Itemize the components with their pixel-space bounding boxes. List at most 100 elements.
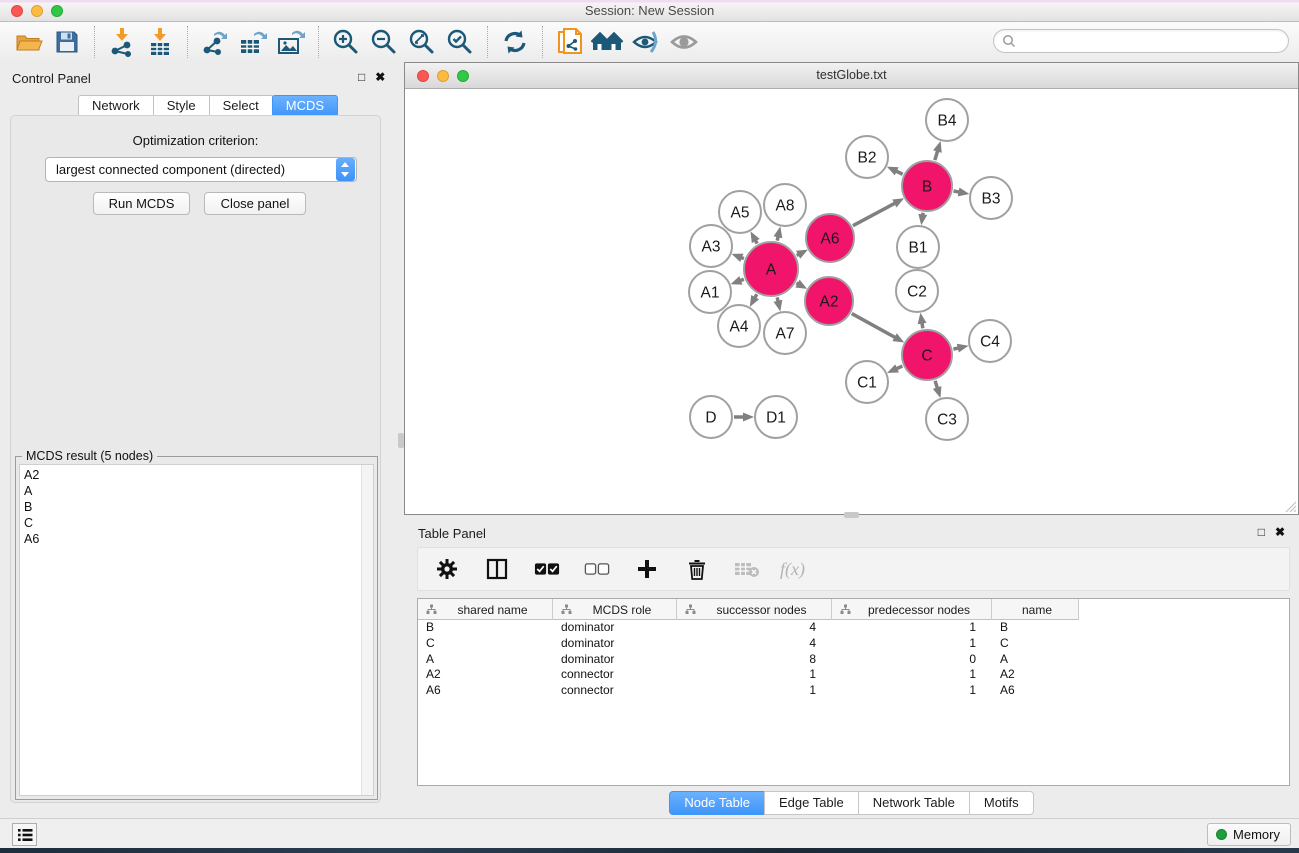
column-header-name[interactable]: name	[992, 599, 1079, 620]
delete-column-button[interactable]	[684, 556, 710, 582]
cell-predecessor_nodes[interactable]: 1	[832, 620, 992, 636]
cell-successor_nodes[interactable]: 8	[677, 652, 832, 668]
graph-edge-A2-C[interactable]	[852, 314, 904, 343]
cell-predecessor_nodes[interactable]: 1	[832, 667, 992, 683]
memory-button[interactable]: Memory	[1207, 823, 1291, 846]
function-builder-button[interactable]: f(x)	[780, 559, 805, 580]
mcds-result-item[interactable]: B	[24, 499, 373, 515]
vertical-splitter-handle[interactable]	[398, 433, 404, 448]
graph-edge-C-C1[interactable]	[887, 364, 902, 373]
cell-successor_nodes[interactable]: 1	[677, 667, 832, 683]
cell-mcds_role[interactable]: connector	[553, 683, 677, 699]
close-panel-icon[interactable]: ✖	[375, 71, 385, 83]
graph-node-C4[interactable]: C4	[969, 320, 1011, 362]
column-header-successor-nodes[interactable]: successor nodes	[677, 599, 832, 620]
float-panel-icon[interactable]: □	[1258, 526, 1265, 538]
tab-style[interactable]: Style	[153, 95, 210, 117]
column-header-mcds-role[interactable]: MCDS role	[553, 599, 677, 620]
graph-edge-A-A4[interactable]	[750, 294, 759, 307]
graph-node-C2[interactable]: C2	[896, 270, 938, 312]
graph-edge-C-C2[interactable]	[918, 313, 927, 329]
search-input[interactable]	[1016, 32, 1288, 50]
cell-shared_name[interactable]: A	[418, 652, 553, 668]
graph-node-A8[interactable]: A8	[764, 184, 806, 226]
graph-node-C3[interactable]: C3	[926, 398, 968, 440]
graph-node-A2[interactable]: A2	[805, 277, 853, 325]
graph-node-B[interactable]: B	[902, 161, 952, 211]
tab-network[interactable]: Network	[78, 95, 154, 117]
cell-successor_nodes[interactable]: 1	[677, 683, 832, 699]
cell-successor_nodes[interactable]: 4	[677, 620, 832, 636]
graph-node-B2[interactable]: B2	[846, 136, 888, 178]
network-window-titlebar[interactable]: testGlobe.txt	[405, 63, 1298, 89]
cell-shared_name[interactable]: A6	[418, 683, 553, 699]
table-row[interactable]: A2connector11A2	[418, 667, 1289, 683]
mcds-result-item[interactable]: A6	[24, 531, 373, 547]
graph-node-B4[interactable]: B4	[926, 99, 968, 141]
cell-name[interactable]: A2	[992, 667, 1079, 683]
graph-node-D[interactable]: D	[690, 396, 732, 438]
graph-edge-C-C3[interactable]	[933, 381, 942, 398]
cell-mcds_role[interactable]: dominator	[553, 620, 677, 636]
home-network-button[interactable]	[589, 25, 627, 59]
cell-successor_nodes[interactable]: 4	[677, 636, 832, 652]
graph-node-A[interactable]: A	[744, 242, 798, 296]
run-mcds-button[interactable]: Run MCDS	[93, 192, 190, 215]
show-column-button[interactable]	[484, 556, 510, 582]
tab-select[interactable]: Select	[209, 95, 273, 117]
float-panel-icon[interactable]: □	[358, 71, 365, 83]
unselect-all-columns-button[interactable]	[584, 556, 610, 582]
graph-edge-A-A5[interactable]	[751, 231, 760, 243]
graph-edge-A-A7[interactable]	[774, 297, 783, 311]
zoom-fit-button[interactable]	[403, 25, 441, 59]
cell-predecessor_nodes[interactable]: 1	[832, 636, 992, 652]
graph-node-C1[interactable]: C1	[846, 361, 888, 403]
graph-node-B3[interactable]: B3	[970, 177, 1012, 219]
tab-network-table[interactable]: Network Table	[858, 791, 970, 815]
zoom-out-button[interactable]	[365, 25, 403, 59]
delete-table-button[interactable]	[734, 556, 760, 582]
graph-node-A3[interactable]: A3	[690, 225, 732, 267]
mcds-result-scrollbar[interactable]	[361, 465, 373, 795]
graph-edge-A-A6[interactable]	[796, 250, 808, 259]
import-table-button[interactable]	[141, 25, 179, 59]
export-image-button[interactable]	[272, 25, 310, 59]
table-row[interactable]: Cdominator41C	[418, 636, 1289, 652]
graph-edge-D-D1[interactable]	[734, 413, 754, 422]
cell-name[interactable]: C	[992, 636, 1079, 652]
graph-edge-A-A3[interactable]	[732, 254, 744, 262]
open-session-button[interactable]	[10, 25, 48, 59]
cell-predecessor_nodes[interactable]: 1	[832, 683, 992, 699]
export-network-button[interactable]	[196, 25, 234, 59]
resize-grip-icon[interactable]	[1285, 501, 1297, 513]
graph-node-D1[interactable]: D1	[755, 396, 797, 438]
tab-node-table[interactable]: Node Table	[669, 791, 765, 815]
tab-mcds[interactable]: MCDS	[272, 95, 338, 117]
criterion-select[interactable]: largest connected component (directed)	[45, 157, 357, 182]
mcds-result-item[interactable]: A2	[24, 467, 373, 483]
close-panel-icon[interactable]: ✖	[1275, 526, 1285, 538]
cell-name[interactable]: A6	[992, 683, 1079, 699]
graph-node-A7[interactable]: A7	[764, 312, 806, 354]
select-all-columns-button[interactable]	[534, 556, 560, 582]
cell-shared_name[interactable]: A2	[418, 667, 553, 683]
cell-mcds_role[interactable]: connector	[553, 667, 677, 683]
import-network-button[interactable]	[103, 25, 141, 59]
zoom-selected-button[interactable]	[441, 25, 479, 59]
cell-name[interactable]: A	[992, 652, 1079, 668]
graph-edge-C-C4[interactable]	[953, 344, 968, 353]
mcds-result-item[interactable]: A	[24, 483, 373, 499]
graph-edge-A-A2[interactable]	[795, 280, 807, 289]
cell-shared_name[interactable]: C	[418, 636, 553, 652]
table-row[interactable]: Adominator80A	[418, 652, 1289, 668]
mcds-result-list[interactable]: A2ABCA6	[19, 464, 374, 796]
horizontal-splitter-handle[interactable]	[844, 512, 859, 518]
graph-edge-B-B3[interactable]	[954, 187, 970, 196]
show-selected-button[interactable]	[665, 25, 703, 59]
cell-shared_name[interactable]: B	[418, 620, 553, 636]
column-header-predecessor-nodes[interactable]: predecessor nodes	[832, 599, 992, 620]
cell-name[interactable]: B	[992, 620, 1079, 636]
table-row[interactable]: Bdominator41B	[418, 620, 1289, 636]
graph-node-B1[interactable]: B1	[897, 226, 939, 268]
graph-edge-A-A1[interactable]	[731, 276, 744, 284]
